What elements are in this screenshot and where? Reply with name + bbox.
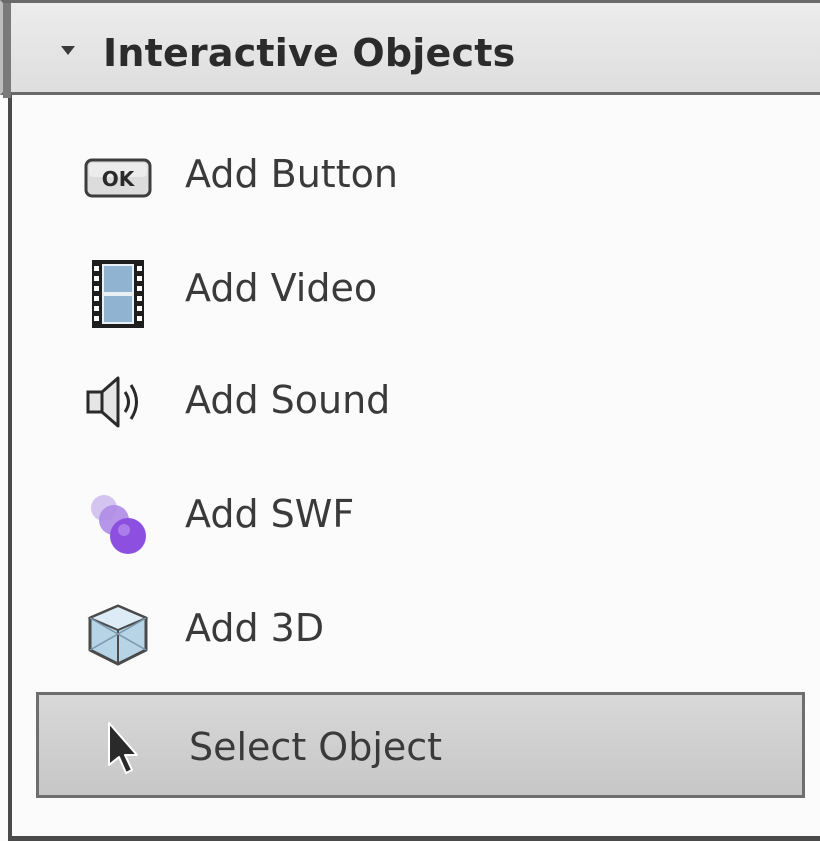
ok-button-icon: OK — [80, 146, 156, 206]
add-3d-item[interactable]: Add 3D — [40, 578, 804, 678]
swf-icon — [80, 486, 156, 554]
speaker-icon — [80, 372, 156, 432]
add-3d-label: Add 3D — [185, 606, 325, 650]
panel-border-bottom — [8, 836, 820, 841]
arrow-cursor-icon — [79, 719, 155, 779]
select-object-label: Select Object — [189, 725, 443, 769]
collapse-triangle-icon[interactable] — [61, 46, 75, 55]
header-edge — [3, 3, 11, 98]
add-button-label: Add Button — [185, 152, 398, 196]
panel-header[interactable]: Interactive Objects — [0, 0, 820, 98]
film-icon — [80, 260, 156, 328]
panel-title: Interactive Objects — [103, 31, 516, 75]
add-swf-label: Add SWF — [185, 492, 355, 536]
interactive-objects-panel: Interactive Objects OK Add Button Add Vi… — [0, 0, 820, 841]
add-sound-label: Add Sound — [185, 378, 391, 422]
panel-border-left — [8, 95, 12, 841]
add-video-label: Add Video — [185, 266, 378, 310]
add-swf-item[interactable]: Add SWF — [40, 464, 804, 564]
add-sound-item[interactable]: Add Sound — [40, 350, 804, 450]
add-button-item[interactable]: OK Add Button — [40, 124, 804, 224]
add-video-item[interactable]: Add Video — [40, 238, 804, 338]
cube-3d-icon — [80, 600, 156, 666]
select-object-item[interactable]: Select Object — [36, 692, 805, 798]
svg-text:OK: OK — [102, 167, 136, 191]
